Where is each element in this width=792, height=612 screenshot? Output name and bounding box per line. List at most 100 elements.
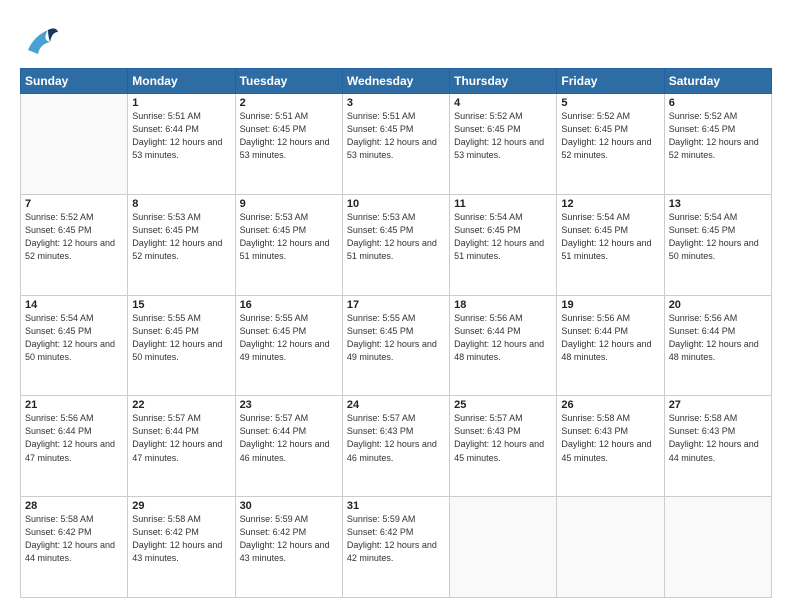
day-info: Sunrise: 5:53 AMSunset: 6:45 PMDaylight:… — [132, 212, 222, 261]
day-info: Sunrise: 5:54 AMSunset: 6:45 PMDaylight:… — [454, 212, 544, 261]
weekday-friday: Friday — [557, 69, 664, 94]
day-info: Sunrise: 5:56 AMSunset: 6:44 PMDaylight:… — [669, 313, 759, 362]
day-cell: 18Sunrise: 5:56 AMSunset: 6:44 PMDayligh… — [450, 295, 557, 396]
day-number: 7 — [25, 198, 123, 210]
day-number: 22 — [132, 399, 230, 411]
day-cell: 9 Sunrise: 5:53 AMSunset: 6:45 PMDaylight… — [235, 194, 342, 295]
day-number: 13 — [669, 198, 767, 210]
day-cell: 28Sunrise: 5:58 AMSunset: 6:42 PMDayligh… — [21, 497, 128, 598]
day-cell: 25 Sunrise: 5:57 AMSunset: 6:43 PMDayligh… — [450, 396, 557, 497]
day-cell: 30 Sunrise: 5:59 AMSunset: 6:42 PMDayligh… — [235, 497, 342, 598]
page: SundayMondayTuesdayWednesdayThursdayFrid… — [0, 0, 792, 612]
day-info: Sunrise: 5:54 AMSunset: 6:45 PMDaylight:… — [561, 212, 651, 261]
week-row-3: 14 Sunrise: 5:54 AMSunset: 6:45 PMDayligh… — [21, 295, 772, 396]
day-info: Sunrise: 5:58 AMSunset: 6:42 PMDaylight:… — [132, 514, 222, 563]
header — [20, 18, 772, 60]
weekday-tuesday: Tuesday — [235, 69, 342, 94]
weekday-wednesday: Wednesday — [342, 69, 449, 94]
day-cell: 3 Sunrise: 5:51 AMSunset: 6:45 PMDaylight… — [342, 94, 449, 195]
day-number: 28 — [25, 500, 123, 512]
day-cell: 12 Sunrise: 5:54 AMSunset: 6:45 PMDayligh… — [557, 194, 664, 295]
day-number: 21 — [25, 399, 123, 411]
day-cell: 17 Sunrise: 5:55 AMSunset: 6:45 PMDayligh… — [342, 295, 449, 396]
day-cell: 24Sunrise: 5:57 AMSunset: 6:43 PMDayligh… — [342, 396, 449, 497]
day-info: Sunrise: 5:58 AMSunset: 6:43 PMDaylight:… — [669, 413, 759, 462]
day-info: Sunrise: 5:56 AMSunset: 6:44 PMDaylight:… — [25, 413, 115, 462]
weekday-sunday: Sunday — [21, 69, 128, 94]
day-number: 11 — [454, 198, 552, 210]
weekday-saturday: Saturday — [664, 69, 771, 94]
day-cell — [21, 94, 128, 195]
weekday-header-row: SundayMondayTuesdayWednesdayThursdayFrid… — [21, 69, 772, 94]
day-info: Sunrise: 5:54 AMSunset: 6:45 PMDaylight:… — [25, 313, 115, 362]
day-number: 9 — [240, 198, 338, 210]
day-number: 14 — [25, 299, 123, 311]
day-cell: 29 Sunrise: 5:58 AMSunset: 6:42 PMDayligh… — [128, 497, 235, 598]
day-info: Sunrise: 5:51 AMSunset: 6:45 PMDaylight:… — [347, 111, 437, 160]
day-number: 26 — [561, 399, 659, 411]
day-number: 3 — [347, 97, 445, 109]
day-cell: 1 Sunrise: 5:51 AMSunset: 6:44 PMDaylight… — [128, 94, 235, 195]
day-number: 10 — [347, 198, 445, 210]
day-cell: 23 Sunrise: 5:57 AMSunset: 6:44 PMDayligh… — [235, 396, 342, 497]
day-cell: 8 Sunrise: 5:53 AMSunset: 6:45 PMDaylight… — [128, 194, 235, 295]
day-cell: 5 Sunrise: 5:52 AMSunset: 6:45 PMDaylight… — [557, 94, 664, 195]
day-cell: 19 Sunrise: 5:56 AMSunset: 6:44 PMDayligh… — [557, 295, 664, 396]
day-number: 6 — [669, 97, 767, 109]
week-row-1: 1 Sunrise: 5:51 AMSunset: 6:44 PMDaylight… — [21, 94, 772, 195]
day-cell: 4 Sunrise: 5:52 AMSunset: 6:45 PMDaylight… — [450, 94, 557, 195]
day-cell: 15Sunrise: 5:55 AMSunset: 6:45 PMDayligh… — [128, 295, 235, 396]
day-number: 5 — [561, 97, 659, 109]
day-number: 1 — [132, 97, 230, 109]
week-row-4: 21 Sunrise: 5:56 AMSunset: 6:44 PMDayligh… — [21, 396, 772, 497]
day-cell: 13 Sunrise: 5:54 AMSunset: 6:45 PMDayligh… — [664, 194, 771, 295]
day-info: Sunrise: 5:59 AMSunset: 6:42 PMDaylight:… — [240, 514, 330, 563]
day-cell: 14 Sunrise: 5:54 AMSunset: 6:45 PMDayligh… — [21, 295, 128, 396]
day-number: 29 — [132, 500, 230, 512]
calendar-table: SundayMondayTuesdayWednesdayThursdayFrid… — [20, 68, 772, 598]
day-cell — [664, 497, 771, 598]
day-info: Sunrise: 5:52 AMSunset: 6:45 PMDaylight:… — [561, 111, 651, 160]
day-info: Sunrise: 5:57 AMSunset: 6:43 PMDaylight:… — [347, 413, 437, 462]
day-info: Sunrise: 5:52 AMSunset: 6:45 PMDaylight:… — [454, 111, 544, 160]
day-info: Sunrise: 5:53 AMSunset: 6:45 PMDaylight:… — [240, 212, 330, 261]
day-cell: 16 Sunrise: 5:55 AMSunset: 6:45 PMDayligh… — [235, 295, 342, 396]
day-cell: 7 Sunrise: 5:52 AMSunset: 6:45 PMDaylight… — [21, 194, 128, 295]
day-info: Sunrise: 5:55 AMSunset: 6:45 PMDaylight:… — [240, 313, 330, 362]
day-cell — [557, 497, 664, 598]
day-number: 17 — [347, 299, 445, 311]
day-cell: 6Sunrise: 5:52 AMSunset: 6:45 PMDaylight… — [664, 94, 771, 195]
logo — [20, 18, 66, 60]
day-info: Sunrise: 5:57 AMSunset: 6:44 PMDaylight:… — [132, 413, 222, 462]
day-number: 25 — [454, 399, 552, 411]
day-number: 30 — [240, 500, 338, 512]
day-number: 19 — [561, 299, 659, 311]
day-info: Sunrise: 5:58 AMSunset: 6:43 PMDaylight:… — [561, 413, 651, 462]
day-info: Sunrise: 5:52 AMSunset: 6:45 PMDaylight:… — [25, 212, 115, 261]
day-info: Sunrise: 5:55 AMSunset: 6:45 PMDaylight:… — [347, 313, 437, 362]
weekday-thursday: Thursday — [450, 69, 557, 94]
day-cell: 21 Sunrise: 5:56 AMSunset: 6:44 PMDayligh… — [21, 396, 128, 497]
day-info: Sunrise: 5:57 AMSunset: 6:43 PMDaylight:… — [454, 413, 544, 462]
day-number: 31 — [347, 500, 445, 512]
day-cell — [450, 497, 557, 598]
day-number: 4 — [454, 97, 552, 109]
day-info: Sunrise: 5:57 AMSunset: 6:44 PMDaylight:… — [240, 413, 330, 462]
day-info: Sunrise: 5:51 AMSunset: 6:44 PMDaylight:… — [132, 111, 222, 160]
week-row-5: 28 Sunrise: 5:58 AMSunset: 6:42 PMDayligh… — [21, 497, 772, 598]
day-info: Sunrise: 5:59 AMSunset: 6:42 PMDaylight:… — [347, 514, 437, 563]
day-cell: 31 Sunrise: 5:59 AMSunset: 6:42 PMDayligh… — [342, 497, 449, 598]
day-info: Sunrise: 5:56 AMSunset: 6:44 PMDaylight:… — [561, 313, 651, 362]
day-info: Sunrise: 5:54 AMSunset: 6:45 PMDaylight:… — [669, 212, 759, 261]
day-number: 16 — [240, 299, 338, 311]
day-number: 8 — [132, 198, 230, 210]
day-number: 12 — [561, 198, 659, 210]
day-number: 15 — [132, 299, 230, 311]
logo-bird-icon — [20, 18, 62, 60]
day-cell: 20Sunrise: 5:56 AMSunset: 6:44 PMDayligh… — [664, 295, 771, 396]
day-number: 23 — [240, 399, 338, 411]
day-info: Sunrise: 5:51 AMSunset: 6:45 PMDaylight:… — [240, 111, 330, 160]
day-cell: 10Sunrise: 5:53 AMSunset: 6:45 PMDayligh… — [342, 194, 449, 295]
week-row-2: 7 Sunrise: 5:52 AMSunset: 6:45 PMDaylight… — [21, 194, 772, 295]
day-number: 2 — [240, 97, 338, 109]
